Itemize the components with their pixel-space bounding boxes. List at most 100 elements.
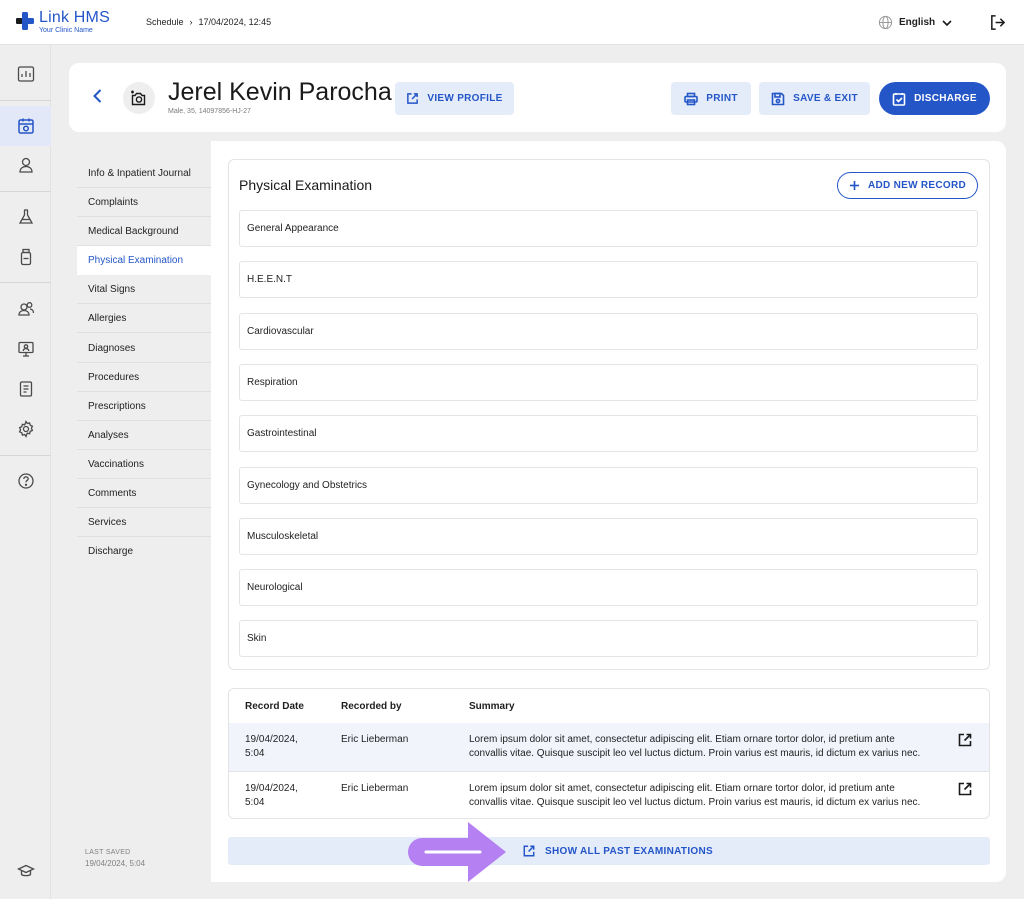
breadcrumb-schedule[interactable]: Schedule (146, 17, 184, 27)
exam-section-field[interactable]: Musculoskeletal (239, 518, 978, 555)
language-label: English (899, 17, 936, 28)
exam-section-field[interactable]: Gastrointestinal (239, 415, 978, 452)
table-row[interactable]: 19/04/2024, 5:04 Eric Lieberman Lorem ips… (229, 771, 989, 818)
rail-schedule[interactable] (0, 106, 51, 146)
table-row[interactable]: 19/04/2024, 5:04 Eric Lieberman Lorem ips… (229, 723, 989, 771)
rail-reports[interactable] (0, 369, 51, 409)
settings-icon (18, 420, 33, 438)
patient-meta: Male, 35, 14097856-HJ-27 (168, 108, 251, 115)
recorded-by: Eric Lieberman (341, 783, 409, 794)
print-label: PRINT (706, 93, 738, 104)
section-nav-item[interactable]: Procedures (77, 363, 211, 392)
show-all-label: SHOW ALL PAST EXAMINATIONS (545, 845, 713, 857)
section-nav: Info & Inpatient Journal Complaints Medi… (69, 141, 211, 882)
rail-settings[interactable] (0, 409, 51, 449)
flask-icon (18, 209, 33, 224)
dashboard-icon (17, 66, 34, 82)
section-nav-item[interactable]: Complaints (77, 188, 211, 217)
external-link-icon (407, 93, 419, 104)
external-link-icon (958, 782, 972, 796)
section-nav-item[interactable]: Allergies (77, 304, 211, 333)
printer-icon (684, 92, 699, 105)
section-title: Physical Examination (239, 177, 373, 193)
rail-monitor[interactable] (0, 329, 51, 369)
last-saved-value: 19/04/2024, 5:04 (85, 859, 146, 868)
clinic-name: Your Clinic Name (39, 27, 93, 34)
open-record-button[interactable] (958, 733, 972, 752)
add-new-record-button[interactable]: ADD NEW RECORD (837, 172, 978, 199)
section-nav-item[interactable]: Discharge (77, 537, 211, 566)
globe-icon (878, 15, 893, 30)
last-saved-label: LAST SAVED (85, 849, 131, 856)
calendar-icon (17, 118, 34, 134)
exam-section-field[interactable]: Cardiovascular (239, 313, 978, 350)
record-date: 19/04/2024, 5:04 (245, 783, 298, 808)
top-bar: Link HMS Your Clinic Name Schedule › 17/… (0, 0, 1024, 45)
exam-section-field[interactable]: Neurological (239, 569, 978, 606)
plus-icon (849, 180, 860, 191)
section-nav-item[interactable]: Vaccinations (77, 450, 211, 479)
logout-button[interactable] (989, 14, 1006, 36)
exam-section-field[interactable]: Skin (239, 620, 978, 657)
add-photo-icon (131, 90, 146, 106)
record-date: 19/04/2024, 5:04 (245, 734, 298, 759)
section-nav-item[interactable]: Info & Inpatient Journal (77, 159, 211, 188)
graduation-cap-icon (16, 864, 35, 877)
view-profile-label: VIEW PROFILE (427, 93, 503, 104)
section-nav-item[interactable]: Vital Signs (77, 275, 211, 304)
show-all-past-examinations-button[interactable]: SHOW ALL PAST EXAMINATIONS (228, 837, 990, 865)
chevron-left-icon (93, 89, 102, 103)
help-icon (17, 473, 34, 489)
view-profile-button[interactable]: VIEW PROFILE (395, 82, 514, 115)
rail-lab[interactable] (0, 197, 51, 237)
section-nav-item-active[interactable]: Physical Examination (77, 246, 211, 275)
discharge-button[interactable]: DISCHARGE (879, 82, 990, 115)
save-exit-label: SAVE & EXIT (793, 93, 858, 104)
open-record-button[interactable] (958, 782, 972, 801)
language-selector[interactable]: English (878, 15, 953, 30)
left-rail (0, 45, 51, 899)
patient-name: Jerel Kevin Parocha (168, 78, 392, 106)
rail-patients[interactable] (0, 145, 51, 185)
save-icon (771, 92, 785, 105)
breadcrumb-separator-icon: › (189, 17, 193, 27)
rail-staff[interactable] (0, 289, 51, 329)
exam-section-field[interactable]: General Appearance (239, 210, 978, 247)
section-nav-item[interactable]: Prescriptions (77, 392, 211, 421)
save-exit-button[interactable]: SAVE & EXIT (759, 82, 870, 115)
app-logo[interactable]: Link HMS Your Clinic Name (16, 10, 110, 35)
clipboard-icon (19, 381, 32, 397)
arrow-annotation-icon (408, 822, 506, 882)
records-table: Record Date Recorded by Summary 19/04/20… (228, 688, 990, 819)
rail-dashboard[interactable] (0, 54, 51, 94)
section-nav-item[interactable]: Medical Background (77, 217, 211, 246)
monitor-user-icon (17, 341, 34, 357)
rail-pharmacy[interactable] (0, 237, 51, 277)
column-header-record-date: Record Date (245, 701, 304, 712)
add-new-record-label: ADD NEW RECORD (867, 180, 967, 191)
print-button[interactable]: PRINT (671, 82, 751, 115)
section-nav-item[interactable]: Services (77, 508, 211, 537)
app-name: Link HMS (39, 9, 110, 26)
breadcrumb-current: 17/04/2024, 12:45 (198, 17, 272, 27)
section-nav-item[interactable]: Diagnoses (77, 334, 211, 363)
record-summary: Lorem ipsum dolor sit amet, consectetur … (469, 783, 921, 808)
exam-section-field[interactable]: Gynecology and Obstetrics (239, 467, 978, 504)
logout-icon (991, 15, 1006, 30)
exam-section-field[interactable]: Respiration (239, 364, 978, 401)
patient-photo-button[interactable] (123, 82, 155, 114)
rail-help[interactable] (0, 461, 51, 501)
patient-header: Jerel Kevin Parocha Male, 35, 14097856-H… (69, 63, 1006, 132)
back-button[interactable] (89, 87, 107, 110)
discharge-label: DISCHARGE (914, 93, 977, 104)
section-nav-item[interactable]: Analyses (77, 421, 211, 450)
external-link-icon (523, 845, 535, 857)
clipboard-check-icon (892, 92, 906, 106)
record-summary: Lorem ipsum dolor sit amet, consectetur … (469, 734, 921, 759)
users-icon (17, 302, 34, 316)
exam-section-field[interactable]: H.E.E.N.T (239, 261, 978, 298)
user-icon (18, 157, 33, 173)
rail-academy[interactable] (0, 851, 51, 891)
chevron-down-icon (942, 19, 952, 26)
section-nav-item[interactable]: Comments (77, 479, 211, 508)
